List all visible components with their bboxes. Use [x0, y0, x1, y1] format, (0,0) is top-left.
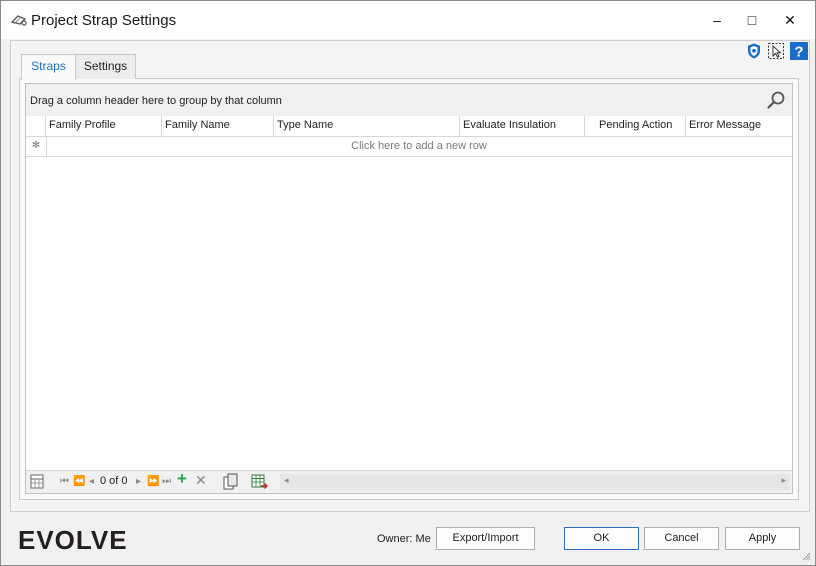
ok-button[interactable]: OK [564, 527, 639, 550]
search-icon[interactable] [766, 90, 786, 110]
group-by-panel[interactable]: Drag a column header here to group by th… [26, 84, 792, 117]
column-header-row: Family Profile Family Name Type Name Eva… [26, 116, 792, 137]
window-title: Project Strap Settings [31, 12, 177, 29]
shield-icon[interactable] [745, 42, 763, 60]
new-item-row[interactable]: ✻ Click here to add a new row [26, 137, 792, 157]
owner-label: Owner: Me [377, 533, 431, 545]
minimize-button[interactable]: – [707, 11, 727, 29]
evolve-logo: EVOLVE [18, 525, 128, 555]
last-record-icon[interactable]: ⏭ [162, 475, 171, 489]
selection-cursor-icon[interactable] [767, 42, 785, 60]
add-icon[interactable]: + [177, 470, 187, 487]
straps-grid[interactable]: Drag a column header here to group by th… [25, 83, 793, 494]
tab-settings[interactable]: Settings [75, 54, 136, 79]
record-position: 0 of 0 [100, 475, 128, 487]
svg-text:?: ? [794, 44, 803, 61]
copy-icon[interactable] [223, 473, 238, 490]
new-row-prompt[interactable]: Click here to add a new row [46, 137, 792, 156]
remove-icon[interactable]: ✕ [195, 473, 207, 487]
tab-straps[interactable]: Straps [21, 54, 76, 80]
close-button[interactable]: ✕ [780, 11, 800, 29]
next-page-icon[interactable]: ⏩ [147, 475, 159, 489]
column-header-family-name[interactable]: Family Name [161, 116, 273, 136]
horizontal-scrollbar[interactable]: ◂ ▸ [280, 474, 790, 490]
grid-layout-icon[interactable] [30, 474, 44, 489]
resize-grip-icon[interactable] [801, 551, 811, 561]
column-header-pending-action[interactable]: Pending Action [584, 116, 685, 136]
next-record-icon[interactable]: ▸ [136, 475, 141, 489]
data-navigator: ⏮ ⏪ ◂ 0 of 0 ▸ ⏩ ⏭ + ✕ ◂ ▸ [26, 470, 792, 493]
scroll-right-icon[interactable]: ▸ [781, 475, 786, 486]
tab-settings-label: Settings [83, 59, 128, 73]
previous-record-icon[interactable]: ◂ [89, 475, 94, 489]
column-header-evaluate-insulation[interactable]: Evaluate Insulation [459, 116, 584, 136]
export-import-button[interactable]: Export/Import [436, 527, 535, 550]
help-icon[interactable]: ? [790, 42, 808, 60]
apply-button[interactable]: Apply [725, 527, 800, 550]
cancel-button[interactable]: Cancel [644, 527, 719, 550]
export-grid-icon[interactable] [251, 474, 268, 490]
app-icon [10, 15, 27, 26]
new-row-indicator-icon: ✻ [26, 137, 47, 156]
dialog-window: Project Strap Settings – □ ✕ ? Straps Se… [0, 0, 816, 566]
group-by-hint: Drag a column header here to group by th… [30, 95, 282, 107]
row-indicator-header [26, 116, 46, 136]
title-bar: Project Strap Settings – □ ✕ [1, 1, 815, 39]
column-header-type-name[interactable]: Type Name [273, 116, 459, 136]
tab-straps-label: Straps [31, 59, 66, 73]
column-header-error-message[interactable]: Error Message [685, 116, 792, 136]
previous-page-icon[interactable]: ⏪ [73, 475, 85, 489]
scroll-left-icon[interactable]: ◂ [284, 475, 289, 486]
first-record-icon[interactable]: ⏮ [60, 475, 69, 489]
column-header-family-profile[interactable]: Family Profile [45, 116, 161, 136]
maximize-button[interactable]: □ [742, 11, 762, 29]
